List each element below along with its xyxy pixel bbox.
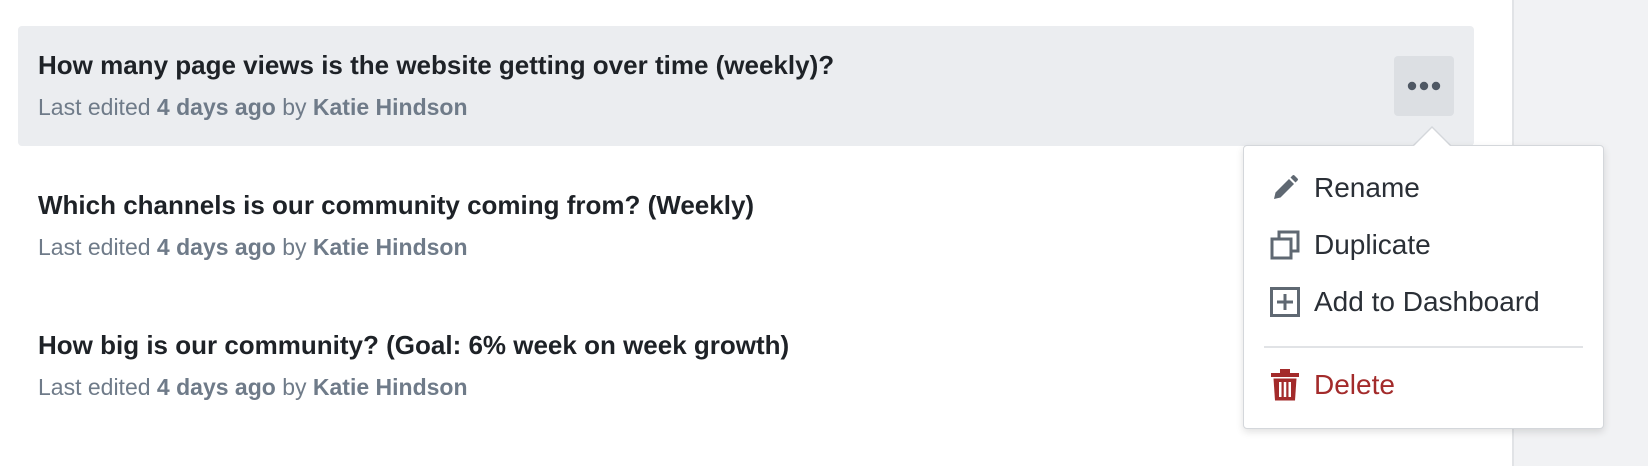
question-row[interactable]: How many page views is the website getti…: [18, 26, 1474, 146]
menu-item-rename[interactable]: Rename: [1268, 166, 1588, 210]
menu-item-duplicate[interactable]: Duplicate: [1268, 223, 1588, 267]
meta-author: Katie Hindson: [312, 94, 468, 120]
menu-item-add-to-dashboard[interactable]: Add to Dashboard: [1268, 280, 1588, 324]
meta-edited-ago: 4 days ago: [156, 374, 276, 400]
menu-item-label: Add to Dashboard: [1314, 286, 1540, 317]
duplicate-icon: [1268, 228, 1302, 262]
menu-item-label: Delete: [1314, 369, 1395, 400]
meta-prefix: Last edited: [38, 374, 151, 400]
menu-divider: [1264, 346, 1583, 348]
add-square-icon: [1268, 285, 1302, 319]
meta-by: by: [282, 94, 307, 120]
question-meta: Last edited 4 days ago by Katie Hindson: [38, 234, 468, 261]
meta-edited-ago: 4 days ago: [156, 234, 276, 260]
pencil-icon: [1268, 171, 1302, 205]
meta-author: Katie Hindson: [312, 374, 468, 400]
menu-item-label: Rename: [1314, 172, 1420, 203]
menu-caret-fill: [1413, 128, 1451, 147]
question-title[interactable]: Which channels is our community coming f…: [38, 190, 754, 221]
question-title[interactable]: How many page views is the website getti…: [38, 50, 834, 81]
menu-item-label: Duplicate: [1314, 229, 1431, 260]
meta-prefix: Last edited: [38, 94, 151, 120]
ellipsis-icon: [1407, 81, 1441, 91]
question-title[interactable]: How big is our community? (Goal: 6% week…: [38, 330, 789, 361]
question-meta: Last edited 4 days ago by Katie Hindson: [38, 374, 468, 401]
meta-edited-ago: 4 days ago: [156, 94, 276, 120]
more-options-button[interactable]: [1394, 56, 1454, 116]
meta-by: by: [282, 234, 307, 260]
question-options-menu: Rename Duplicate Add to Dashboard Delete: [1243, 145, 1604, 429]
meta-author: Katie Hindson: [312, 234, 468, 260]
question-meta: Last edited 4 days ago by Katie Hindson: [38, 94, 468, 121]
meta-by: by: [282, 374, 307, 400]
meta-prefix: Last edited: [38, 234, 151, 260]
menu-item-delete[interactable]: Delete: [1268, 363, 1588, 407]
trash-icon: [1268, 368, 1302, 402]
